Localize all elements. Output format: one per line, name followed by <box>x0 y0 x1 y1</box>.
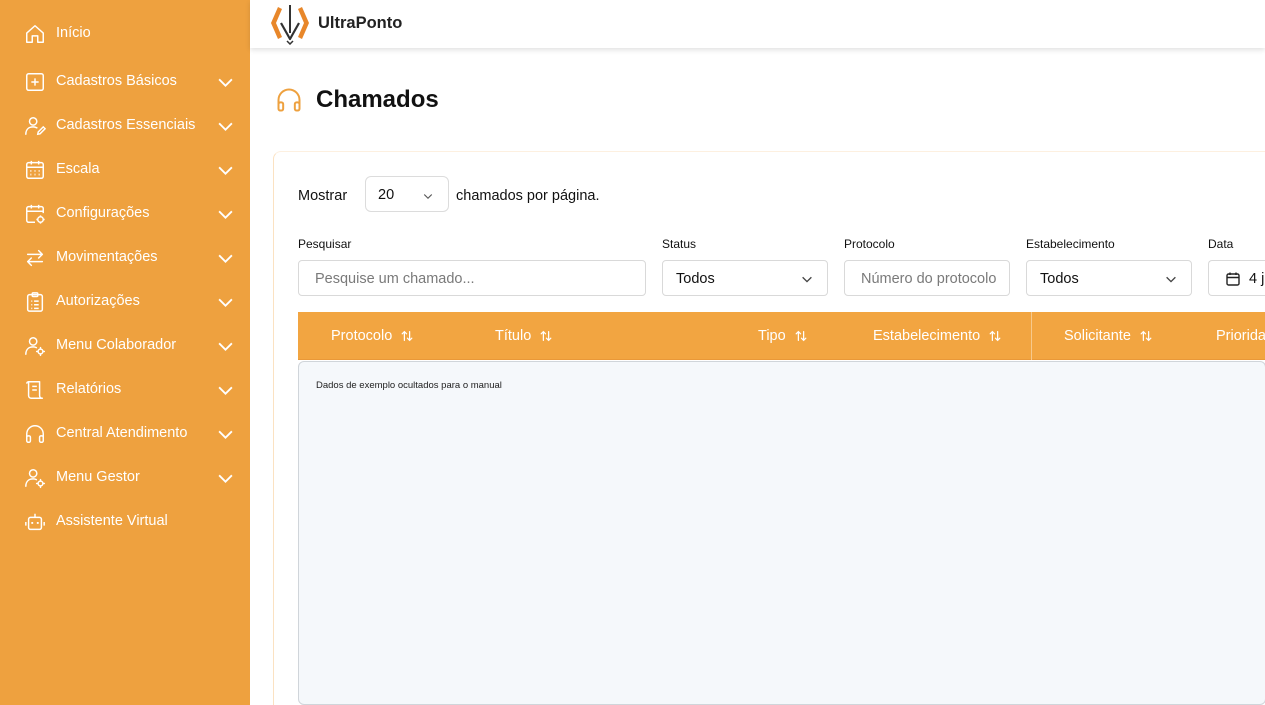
sidebar-item-assistente-virtual[interactable]: Assistente Virtual <box>0 504 250 540</box>
protocol-input[interactable]: Número do protocolo <box>844 260 1010 296</box>
chevron-down-icon <box>217 118 234 135</box>
per-page-suffix: chamados por página. <box>456 188 600 204</box>
sidebar-item-relatorios[interactable]: Relatórios <box>0 372 250 408</box>
ultraponto-logo-icon[interactable] <box>268 3 312 46</box>
chevron-down-icon <box>217 294 234 311</box>
main-content: Chamados Mostrar 20 chamados por página.… <box>250 48 1265 705</box>
chevron-down-icon <box>217 206 234 223</box>
column-header-tipo[interactable]: Tipo <box>758 328 808 344</box>
date-picker[interactable]: 4 j <box>1208 260 1265 296</box>
column-header-estabelecimento[interactable]: Estabelecimento <box>873 328 1002 344</box>
sidebar: Início Cadastros Básicos Cadastros Essen… <box>0 0 250 705</box>
headphones-icon <box>24 423 46 445</box>
establishment-label: Estabelecimento <box>1026 237 1115 251</box>
brand-name: UltraPonto <box>318 14 403 32</box>
table-empty-message: Dados de exemplo ocultados para o manual <box>316 380 502 391</box>
sidebar-item-label: Relatórios <box>56 381 122 397</box>
search-input[interactable]: Pesquise um chamado... <box>298 260 646 296</box>
user-edit-icon <box>24 115 46 137</box>
page-title: Chamados <box>316 86 439 113</box>
sort-arrows-icon <box>988 329 1002 343</box>
sidebar-item-cadastros-essenciais[interactable]: Cadastros Essenciais <box>0 108 250 144</box>
table-header: Protocolo Título Tipo Estabelecimento So… <box>298 312 1265 360</box>
sort-arrows-icon <box>1139 329 1153 343</box>
chevron-down-icon <box>217 162 234 179</box>
headphones-icon <box>275 86 303 114</box>
sidebar-item-label: Cadastros Básicos <box>56 73 177 89</box>
home-icon <box>24 23 46 45</box>
calendar-icon <box>1225 271 1241 287</box>
status-label: Status <box>662 237 697 251</box>
sidebar-item-label: Configurações <box>56 205 150 221</box>
per-page-select[interactable]: 20 <box>365 176 449 212</box>
chevron-down-icon <box>217 250 234 267</box>
per-page-prefix: Mostrar <box>298 188 348 204</box>
sidebar-item-central-atendimento[interactable]: Central Atendimento <box>0 416 250 452</box>
sidebar-item-escala[interactable]: Escala <box>0 152 250 188</box>
sidebar-item-label: Cadastros Essenciais <box>56 117 196 133</box>
search-placeholder: Pesquise um chamado... <box>315 271 475 287</box>
date-label: Data <box>1208 237 1234 251</box>
column-header-solicitante[interactable]: Solicitante <box>1064 328 1153 344</box>
sidebar-item-label: Movimentações <box>56 249 158 265</box>
sidebar-item-menu-colaborador[interactable]: Menu Colaborador <box>0 328 250 364</box>
sidebar-item-autorizacoes[interactable]: Autorizações <box>0 284 250 320</box>
sidebar-item-movimentacoes[interactable]: Movimentações <box>0 240 250 276</box>
search-label: Pesquisar <box>298 237 352 251</box>
column-header-prioridade[interactable]: Priorida <box>1216 328 1265 344</box>
protocol-placeholder: Número do protocolo <box>861 271 997 287</box>
user-gear-icon <box>24 335 46 357</box>
establishment-value: Todos <box>1040 271 1079 287</box>
sidebar-item-label: Central Atendimento <box>56 425 188 441</box>
sort-arrows-icon <box>794 329 808 343</box>
chevron-down-icon <box>217 426 234 443</box>
calendar-grid-icon <box>24 159 46 181</box>
robot-icon <box>24 511 46 533</box>
arrows-swap-icon <box>24 247 46 269</box>
column-divider <box>1031 312 1032 360</box>
sidebar-item-inicio[interactable]: Início <box>0 16 250 52</box>
chevron-down-icon <box>217 470 234 487</box>
per-page-value: 20 <box>378 187 395 203</box>
sidebar-item-label: Autorizações <box>56 293 140 309</box>
chevron-down-icon <box>800 272 814 286</box>
chevron-down-icon <box>217 338 234 355</box>
sidebar-item-cadastros-basicos[interactable]: Cadastros Básicos <box>0 64 250 100</box>
table-body: Dados de exemplo ocultados para o manual <box>298 361 1265 705</box>
establishment-select[interactable]: Todos <box>1026 260 1192 296</box>
clipboard-list-icon <box>24 291 46 313</box>
sidebar-item-configuracoes[interactable]: Configurações <box>0 196 250 232</box>
user-gear-icon <box>24 467 46 489</box>
sort-arrows-icon <box>539 329 553 343</box>
sidebar-item-label: Menu Gestor <box>56 469 140 485</box>
sidebar-item-label: Início <box>56 25 91 41</box>
status-select[interactable]: Todos <box>662 260 828 296</box>
report-scroll-icon <box>24 379 46 401</box>
sidebar-item-label: Menu Colaborador <box>56 337 177 353</box>
chevron-down-icon <box>217 74 234 91</box>
calendar-gear-icon <box>24 203 46 225</box>
chevron-down-icon <box>1164 272 1178 286</box>
sidebar-item-label: Assistente Virtual <box>56 513 168 529</box>
chevron-down-icon <box>422 189 434 201</box>
column-header-titulo[interactable]: Título <box>495 328 553 344</box>
protocol-label: Protocolo <box>844 237 895 251</box>
plus-square-icon <box>24 71 46 93</box>
chevron-down-icon <box>217 382 234 399</box>
column-header-protocolo[interactable]: Protocolo <box>331 328 414 344</box>
date-value: 4 j <box>1249 271 1265 287</box>
sort-arrows-icon <box>400 329 414 343</box>
topbar: UltraPonto <box>250 0 1265 48</box>
sidebar-item-menu-gestor[interactable]: Menu Gestor <box>0 460 250 496</box>
sidebar-item-label: Escala <box>56 161 100 177</box>
status-value: Todos <box>676 271 715 287</box>
